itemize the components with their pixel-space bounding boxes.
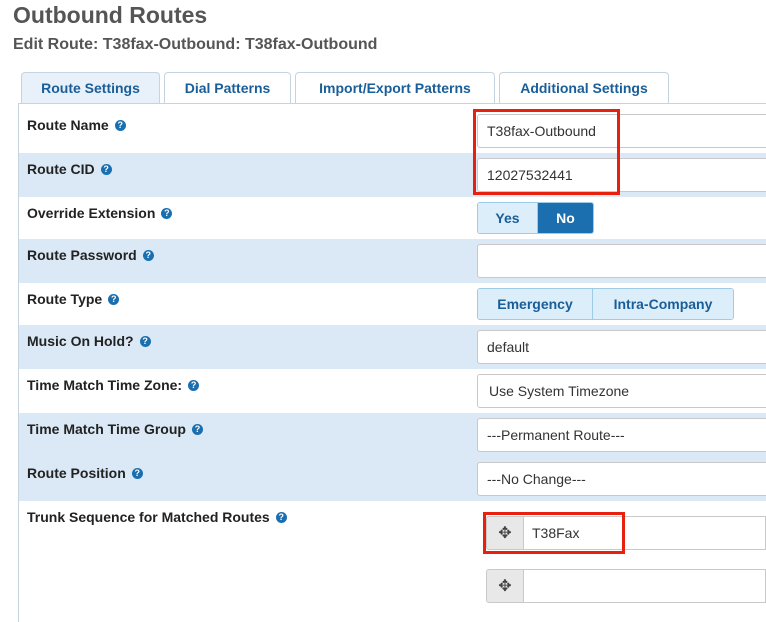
route-password-row: Route Password ? bbox=[19, 239, 766, 283]
route-password-label: Route Password bbox=[27, 247, 137, 263]
route-name-label: Route Name bbox=[27, 117, 109, 133]
trunk-select[interactable]: T38Fax bbox=[524, 516, 766, 550]
help-icon[interactable]: ? bbox=[191, 423, 203, 435]
route-password-input[interactable] bbox=[477, 244, 766, 278]
route-password-label-group: Route Password ? bbox=[27, 247, 154, 263]
route-name-input[interactable]: T38fax-Outbound bbox=[477, 114, 766, 148]
drag-handle-icon[interactable]: ✥ bbox=[486, 516, 524, 550]
route-type-label-group: Route Type ? bbox=[27, 291, 120, 307]
route-type-options: Emergency Intra-Company bbox=[477, 288, 734, 320]
route-cid-label-group: Route CID ? bbox=[27, 161, 112, 177]
help-icon[interactable]: ? bbox=[275, 511, 287, 523]
tab-dial-patterns[interactable]: Dial Patterns bbox=[164, 72, 291, 103]
music-on-hold-row: Music On Hold? ? default bbox=[19, 325, 766, 369]
route-position-select[interactable]: ---No Change--- bbox=[477, 462, 766, 496]
tab-import-export-patterns[interactable]: Import/Export Patterns bbox=[295, 72, 495, 103]
route-cid-label: Route CID bbox=[27, 161, 95, 177]
help-icon[interactable]: ? bbox=[142, 249, 154, 261]
time-group-select[interactable]: ---Permanent Route--- bbox=[477, 418, 766, 452]
tab-route-settings[interactable]: Route Settings bbox=[21, 72, 160, 103]
route-position-label: Route Position bbox=[27, 465, 126, 481]
tab-bar: Route Settings Dial Patterns Import/Expo… bbox=[21, 72, 673, 103]
help-icon[interactable]: ? bbox=[139, 335, 151, 347]
help-icon[interactable]: ? bbox=[161, 207, 173, 219]
override-no-button[interactable]: No bbox=[537, 203, 593, 233]
drag-handle-icon[interactable]: ✥ bbox=[486, 569, 524, 603]
route-type-label: Route Type bbox=[27, 291, 103, 307]
route-name-row: Route Name ? T38fax-Outbound bbox=[19, 108, 766, 153]
trunk-item: ✥ bbox=[486, 569, 766, 603]
route-type-row: Route Type ? Emergency Intra-Company bbox=[19, 283, 766, 325]
trunk-item: ✥ T38Fax bbox=[486, 516, 766, 550]
override-extension-row: Override Extension ? Yes No bbox=[19, 197, 766, 239]
page-title: Outbound Routes bbox=[13, 2, 208, 28]
route-position-label-group: Route Position ? bbox=[27, 465, 143, 481]
trunk-sequence-label: Trunk Sequence for Matched Routes bbox=[27, 509, 270, 525]
music-on-hold-label-group: Music On Hold? ? bbox=[27, 333, 151, 349]
route-position-row: Route Position ? ---No Change--- bbox=[19, 457, 766, 501]
route-cid-input[interactable]: 12027532441 bbox=[477, 158, 766, 192]
time-group-label-group: Time Match Time Group ? bbox=[27, 421, 203, 437]
time-group-row: Time Match Time Group ? ---Permanent Rou… bbox=[19, 413, 766, 457]
help-icon[interactable]: ? bbox=[131, 467, 143, 479]
time-zone-row: Time Match Time Zone: ? Use System Timez… bbox=[19, 369, 766, 413]
music-on-hold-label: Music On Hold? bbox=[27, 333, 134, 349]
help-icon[interactable]: ? bbox=[188, 379, 200, 391]
time-group-label: Time Match Time Group bbox=[27, 421, 186, 437]
emergency-button[interactable]: Emergency bbox=[478, 289, 592, 319]
override-yes-button[interactable]: Yes bbox=[478, 203, 537, 233]
time-zone-label: Time Match Time Zone: bbox=[27, 377, 183, 393]
override-extension-toggle: Yes No bbox=[477, 202, 594, 234]
override-extension-label-group: Override Extension ? bbox=[27, 205, 173, 221]
trunk-sequence-label-group: Trunk Sequence for Matched Routes ? bbox=[27, 509, 287, 525]
time-zone-select[interactable]: Use System Timezone bbox=[477, 374, 766, 408]
route-name-label-group: Route Name ? bbox=[27, 117, 126, 133]
help-icon[interactable]: ? bbox=[114, 119, 126, 131]
music-on-hold-select[interactable]: default bbox=[477, 330, 766, 364]
route-cid-row: Route CID ? 12027532441 bbox=[19, 153, 766, 197]
help-icon[interactable]: ? bbox=[100, 163, 112, 175]
time-zone-label-group: Time Match Time Zone: ? bbox=[27, 377, 200, 393]
help-icon[interactable]: ? bbox=[108, 293, 120, 305]
intra-company-button[interactable]: Intra-Company bbox=[592, 289, 733, 319]
trunk-select[interactable] bbox=[524, 569, 766, 603]
tab-additional-settings[interactable]: Additional Settings bbox=[499, 72, 669, 103]
override-extension-label: Override Extension bbox=[27, 205, 156, 221]
page-subtitle: Edit Route: T38fax-Outbound: T38fax-Outb… bbox=[13, 36, 378, 53]
